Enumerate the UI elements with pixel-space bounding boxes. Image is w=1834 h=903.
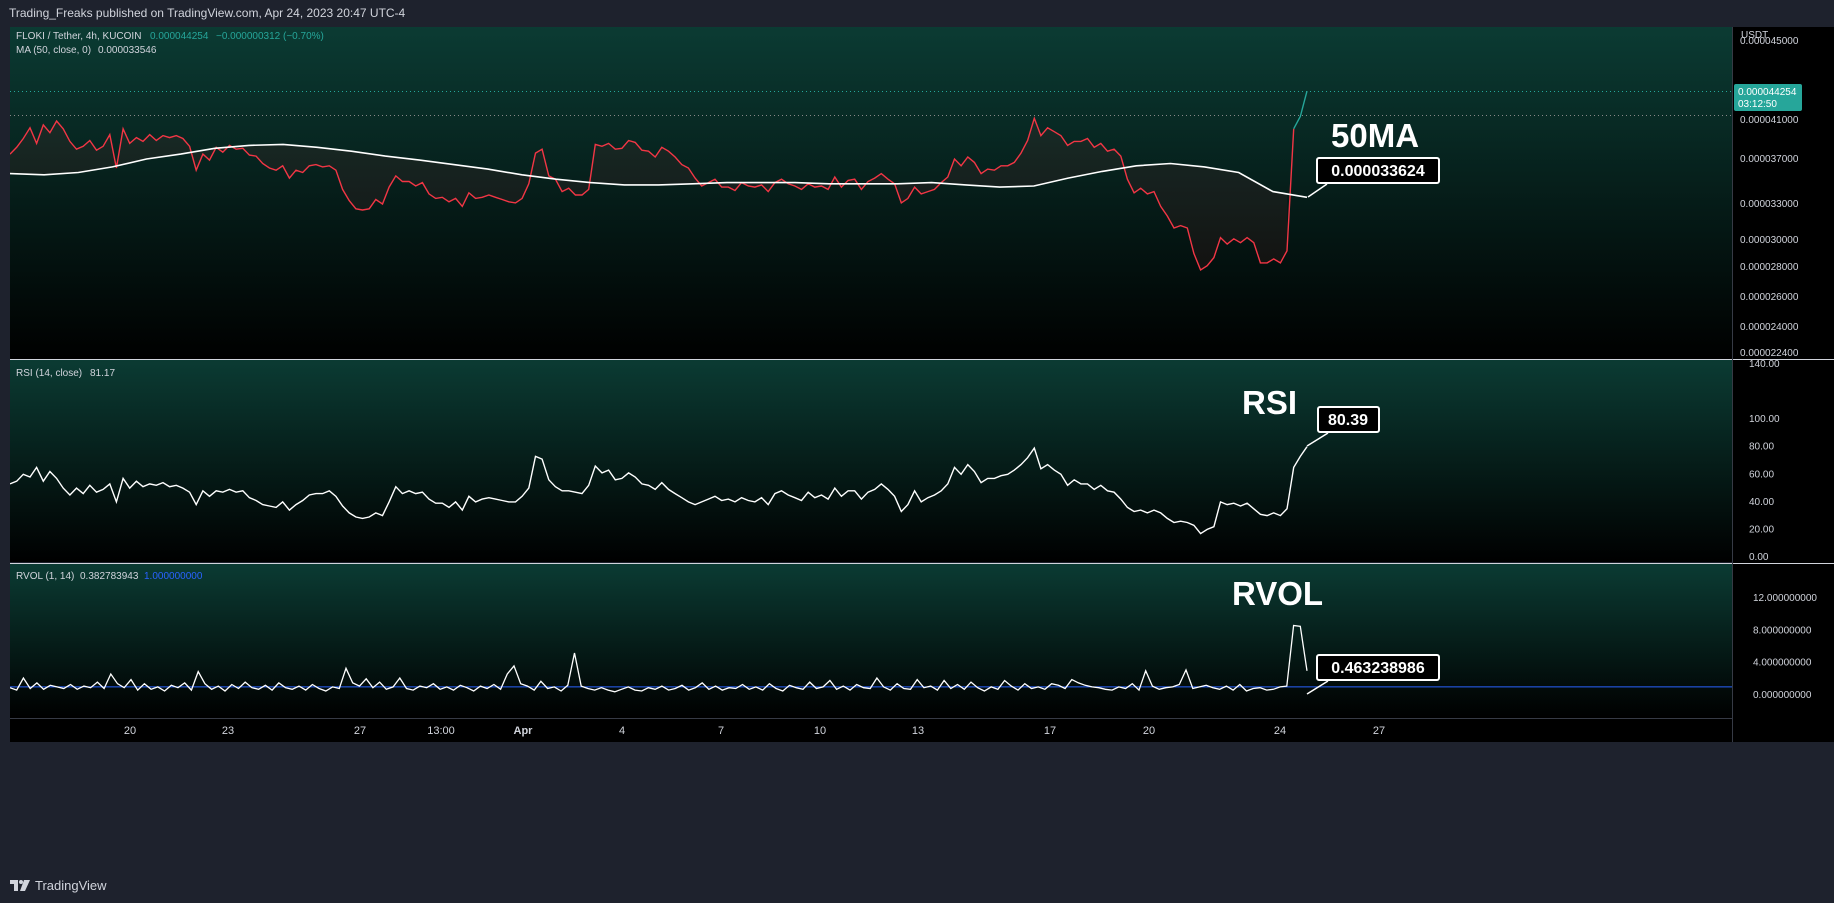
rvol-pane-bg [10,564,1732,718]
rvol-value2: 1.000000000 [144,571,203,582]
time-axis-tick: 20 [1143,725,1155,737]
rsi-pane-bg [10,360,1732,562]
time-axis-bg [10,719,1732,742]
time-axis-tick: 23 [222,725,234,737]
tradingview-logo-icon [10,880,30,891]
rsi-axis-tick: 0.00 [1749,552,1769,563]
chart-area[interactable]: 0.000045000 0.000041000 0.000037000 0.00003… [9,27,1834,868]
price-axis-tick: 0.000037000 [1740,154,1799,165]
price-axis-tick: 0.000022400 [1740,348,1799,359]
price-axis-tick: 0.000028000 [1740,262,1799,273]
rvol-axis-tick: 0.000000000 [1753,690,1812,701]
price-change: −0.000000312 (−0.70%) [216,31,324,42]
price-axis-unit: USDT [1741,30,1768,41]
rvol-annotation-value: 0.463238986 [1331,660,1425,677]
time-axis-tick: 17 [1044,725,1056,737]
ma-annotation-label: 50MA [1331,117,1419,154]
time-axis-tick: 27 [354,725,366,737]
rsi-axis-tick: 20.00 [1749,524,1774,535]
ma-value: 0.000033546 [98,45,157,56]
price-axis-tick: 0.000024000 [1740,322,1799,333]
price-pane-bg [10,27,1732,359]
rsi-annotation-value: 80.39 [1328,412,1368,429]
last-price-tag[interactable]: 0.000044254 03:12:50 [1734,84,1802,111]
countdown-value: 03:12:50 [1738,99,1777,110]
price-axis-tick: 0.000041000 [1740,115,1799,126]
rsi-annotation-label: RSI [1242,384,1297,421]
rsi-axis-tick: 80.00 [1749,442,1774,453]
publisher-text: Trading_Freaks published on TradingView.… [9,6,406,20]
rvol-axis-tick: 12.000000000 [1753,593,1817,604]
publisher-bar: Trading_Freaks published on TradingView.… [0,0,1834,27]
rvol-annotation-label: RVOL [1232,575,1323,612]
time-axis-tick: 27 [1373,725,1385,737]
time-axis-tick: 13:00 [427,725,455,737]
rsi-title: RSI (14, close) [16,368,82,379]
time-axis-tick: 24 [1274,725,1286,737]
rvol-title: RVOL (1, 14) [16,571,74,582]
rvol-axis-tick: 4.000000000 [1753,658,1812,669]
tradingview-brand[interactable]: TradingView [10,878,107,893]
price-axis-tick: 0.000030000 [1740,235,1799,246]
time-axis-tick: 13 [912,725,924,737]
price-axis-tick: 0.000033000 [1740,199,1799,210]
rsi-axis-tick: 140.00 [1749,359,1780,370]
chart-svg[interactable]: 0.0000450000.0000410000.0000370000.00003… [9,27,1834,868]
rvol-value: 0.382783943 [80,571,139,582]
rsi-axis-tick: 60.00 [1749,469,1774,480]
time-axis-tick: 10 [814,725,826,737]
rsi-axis-tick: 100.00 [1749,414,1780,425]
ma-title: MA (50, close, 0) [16,45,91,56]
price-last: 0.000044254 [150,31,209,42]
rvol-axis-tick: 8.000000000 [1753,625,1812,636]
time-axis-tick: 4 [619,725,625,737]
ma-annotation-value: 0.000033624 [1331,163,1425,180]
time-axis-tick: 7 [718,725,724,737]
time-axis-tick: Apr [514,725,534,737]
last-price-value: 0.000044254 [1738,87,1797,98]
rsi-axis-tick: 40.00 [1749,497,1774,508]
price-symbol: FLOKI / Tether, 4h, KUCOIN [16,31,141,42]
time-axis-tick: 20 [124,725,136,737]
brand-label: TradingView [35,878,107,893]
rsi-value: 81.17 [90,368,115,379]
price-axis-tick: 0.000026000 [1740,292,1799,303]
footer-bar: TradingView [0,868,1834,903]
